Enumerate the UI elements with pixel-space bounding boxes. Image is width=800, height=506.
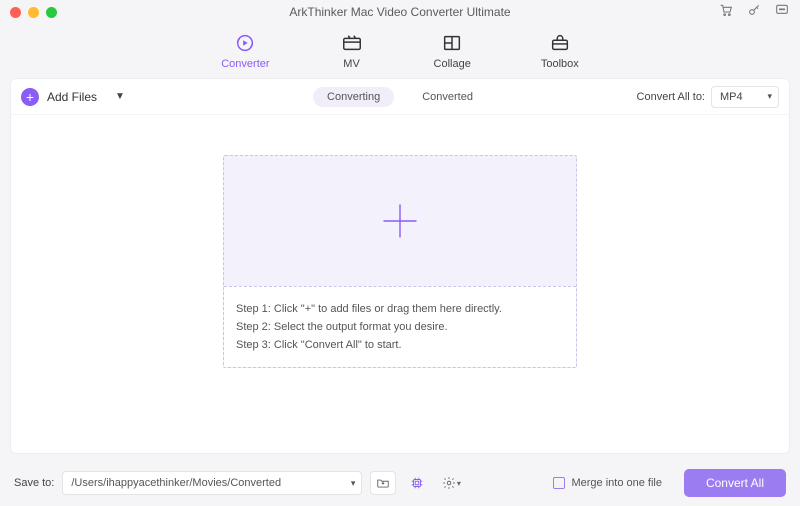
convert-all-to-label: Convert All to: xyxy=(637,91,705,103)
key-icon[interactable] xyxy=(746,2,762,23)
plus-icon: + xyxy=(21,88,39,106)
add-files-button[interactable]: + Add Files ▼ xyxy=(21,88,125,106)
plus-large-icon xyxy=(378,199,422,243)
tab-label: Converter xyxy=(221,58,269,70)
output-format-value: MP4 xyxy=(720,91,743,103)
tab-label: MV xyxy=(343,58,360,70)
chevron-down-icon: ▾ xyxy=(457,479,461,488)
gpu-accel-button[interactable] xyxy=(404,471,430,495)
window-title: ArkThinker Mac Video Converter Ultimate xyxy=(0,5,800,19)
collage-icon xyxy=(440,32,464,54)
cart-icon[interactable] xyxy=(718,2,734,23)
save-to-label: Save to: xyxy=(14,477,54,489)
chip-icon xyxy=(410,476,424,490)
convert-all-button[interactable]: Convert All xyxy=(684,469,786,497)
folder-open-icon xyxy=(376,476,390,490)
step-2: Step 2: Select the output format you des… xyxy=(236,321,564,333)
mv-icon xyxy=(340,32,364,54)
checkbox-icon xyxy=(553,477,565,489)
open-folder-button[interactable] xyxy=(370,471,396,495)
status-tabs: Converting Converted xyxy=(313,87,487,107)
converter-icon xyxy=(233,32,257,54)
tab-label: Toolbox xyxy=(541,58,579,70)
drop-zone[interactable]: Step 1: Click "+" to add files or drag t… xyxy=(223,155,577,368)
bottom-bar: Save to: /Users/ihappyacethinker/Movies/… xyxy=(0,460,800,506)
tab-mv[interactable]: MV xyxy=(340,32,364,70)
save-path-select[interactable]: /Users/ihappyacethinker/Movies/Converted xyxy=(62,471,362,495)
toolbar: + Add Files ▼ Converting Converted Conve… xyxy=(11,79,789,115)
settings-button[interactable]: ▾ xyxy=(438,471,464,495)
toolbox-icon xyxy=(548,32,572,54)
add-files-label: Add Files xyxy=(47,90,97,104)
save-path-value: /Users/ihappyacethinker/Movies/Converted xyxy=(71,477,281,489)
main-panel: + Add Files ▼ Converting Converted Conve… xyxy=(10,78,790,454)
chevron-down-icon[interactable]: ▼ xyxy=(115,91,125,102)
step-1: Step 1: Click "+" to add files or drag t… xyxy=(236,303,564,315)
instructions: Step 1: Click "+" to add files or drag t… xyxy=(224,286,576,367)
top-nav: Converter MV Collage Toolbox xyxy=(0,24,800,78)
tab-converter[interactable]: Converter xyxy=(221,32,269,70)
feedback-icon[interactable] xyxy=(774,2,790,23)
tab-converted[interactable]: Converted xyxy=(408,87,487,107)
merge-checkbox[interactable]: Merge into one file xyxy=(553,477,662,489)
output-format-select[interactable]: MP4 xyxy=(711,86,779,108)
step-3: Step 3: Click "Convert All" to start. xyxy=(236,339,564,351)
tab-toolbox[interactable]: Toolbox xyxy=(541,32,579,70)
titlebar: ArkThinker Mac Video Converter Ultimate xyxy=(0,0,800,24)
add-files-dropzone[interactable] xyxy=(224,156,576,286)
gear-icon xyxy=(442,476,456,490)
tab-converting[interactable]: Converting xyxy=(313,87,394,107)
merge-label: Merge into one file xyxy=(571,477,662,489)
tab-collage[interactable]: Collage xyxy=(434,32,471,70)
tab-label: Collage xyxy=(434,58,471,70)
